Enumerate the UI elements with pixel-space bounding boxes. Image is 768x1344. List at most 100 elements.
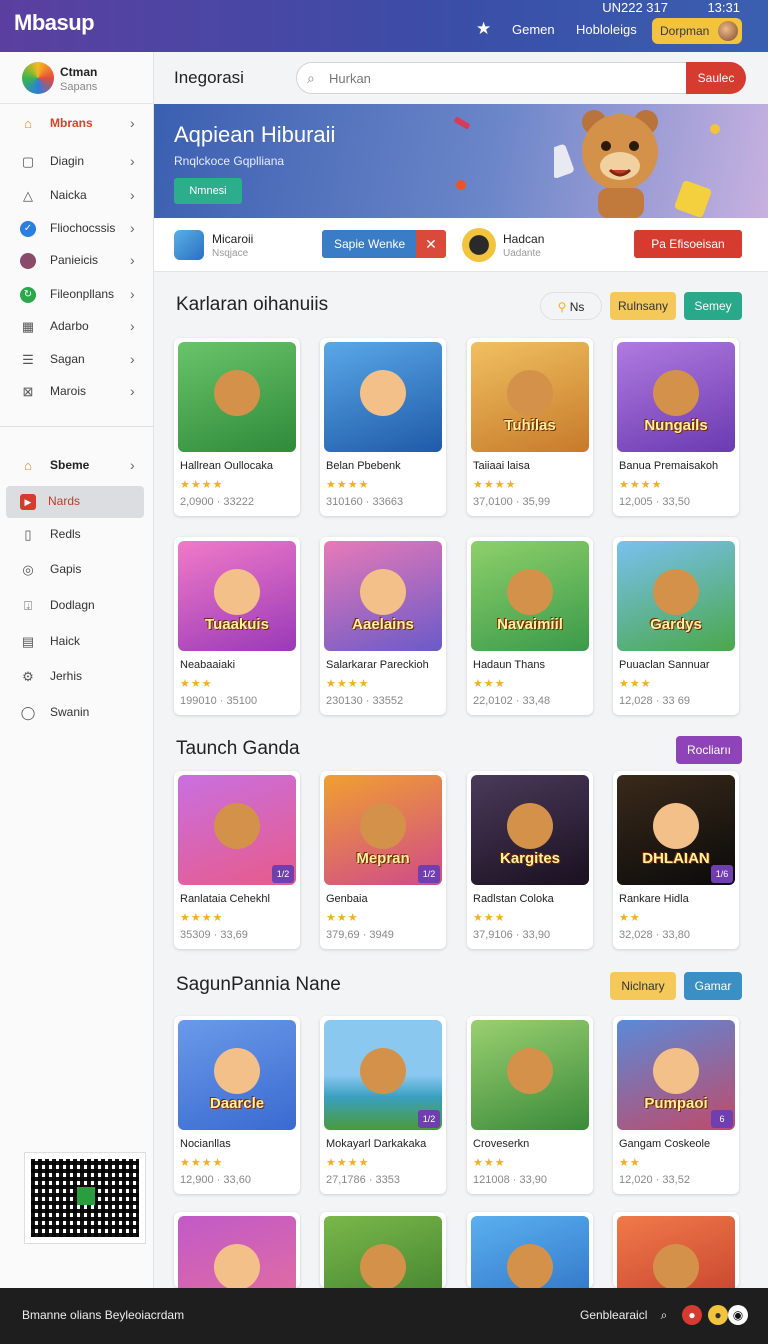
game-thumbnail[interactable]: Pumpaoi 6 [617, 1020, 735, 1130]
game-thumbnail[interactable]: Navaimiil [471, 541, 589, 651]
sidebar-item-sbeme[interactable]: ⌂ Sbeme › [0, 450, 154, 482]
hero-banner: Aqpiean Hiburaii Rnqlckoce Gqplliana Nmn… [154, 104, 768, 218]
account-button[interactable]: Dorpman [652, 18, 742, 44]
game-card[interactable]: Gardys Puuaclan Sannuar ★★★ 12,028 · 33 … [613, 537, 739, 715]
app-icon[interactable] [174, 230, 204, 260]
sidebar-item-label: Jerhis [50, 669, 83, 683]
game-card[interactable] [320, 1212, 446, 1326]
page-badge: 1/6 [711, 865, 733, 883]
character-face [214, 1048, 260, 1094]
close-icon[interactable]: ✕ [416, 230, 446, 258]
search-input[interactable]: ⌕ Hurkan [296, 62, 688, 94]
qr-code[interactable] [24, 1152, 146, 1244]
game-thumbnail[interactable]: 1/2 [324, 1020, 442, 1130]
hero-button[interactable]: Nmnesi [174, 178, 242, 204]
game-card[interactable] [613, 1212, 739, 1326]
sidebar-item-marois[interactable]: ⊠ Marois › [0, 376, 154, 408]
game-thumbnail[interactable]: Tuhilas [471, 342, 589, 452]
game-card[interactable]: Cancilsas [467, 1212, 593, 1326]
footer-link[interactable]: Genblearaicl [580, 1308, 647, 1322]
search-icon[interactable]: ⌕ [654, 1305, 674, 1325]
filter-chip[interactable]: Niclnary [610, 972, 676, 1000]
game-card[interactable]: Tuaakuis Neabaaiaki ★★★ 199010 · 35100 [174, 537, 300, 715]
game-card[interactable]: Nungails Banua Premaisakoh ★★★★ 12,005 ·… [613, 338, 739, 516]
chevron-right-icon: › [130, 187, 135, 203]
sidebar-divider [0, 426, 154, 427]
sidebar-item-jerhis[interactable]: ⚙ Jerhis [0, 661, 154, 693]
notice-cta-button[interactable]: Pa Efisoeisan [634, 230, 742, 258]
game-thumbnail[interactable] [471, 1020, 589, 1130]
game-stats: 310160 · 33663 [326, 496, 404, 508]
star-rating: ★★★ [619, 678, 652, 690]
game-thumbnail[interactable]: Nungails [617, 342, 735, 452]
search-button[interactable]: Saulec [686, 62, 746, 94]
sidebar-item-nards[interactable]: ▶ Nards [6, 486, 144, 518]
top-link-gemen[interactable]: Gemen [512, 22, 555, 37]
game-thumbnail[interactable] [324, 342, 442, 452]
game-title: Hallrean Oullocaka [180, 460, 273, 472]
game-thumbnail[interactable]: Tuaakuis [178, 541, 296, 651]
game-thumbnail[interactable]: Daarcle [178, 1020, 296, 1130]
game-card[interactable]: Daarcle Nocianllas ★★★★ 12,900 · 33,60 [174, 1016, 300, 1194]
coin-icon[interactable]: ● [708, 1305, 728, 1325]
sidebar-item-fileonpllans[interactable]: ↻ Fileonpllans › [0, 279, 154, 311]
filter-chip[interactable]: Rocliarıı [676, 736, 742, 764]
game-title: Ranlataia Cehekhl [180, 893, 270, 905]
game-card[interactable]: Pumpaoi 6 Gangam Coskeole ★★ 12,020 · 33… [613, 1016, 739, 1194]
filter-chip[interactable]: Semey [684, 292, 742, 320]
profile[interactable]: Ctman Sapans [0, 52, 154, 104]
settings-icon[interactable]: ◉ [728, 1305, 748, 1325]
filter-chip[interactable]: Rulnsany [610, 292, 676, 320]
game-title: Belan Pbebenk [326, 460, 401, 472]
filter-chip[interactable]: Gamar [684, 972, 742, 1000]
notice-pill-button[interactable]: Sapie Wenke [322, 230, 428, 258]
app-icon[interactable] [462, 228, 496, 262]
sidebar-item-sagan[interactable]: ☰ Sagan › [0, 344, 154, 376]
game-card[interactable]: Aaelains Salarkarar Pareckioh ★★★★ 23013… [320, 537, 446, 715]
filter-chip[interactable]: ⚲ Ns [540, 292, 602, 320]
game-card[interactable]: DHLAIAN 1/6 Rankare Hidla ★★ 32,028 · 33… [613, 771, 739, 949]
star-icon[interactable]: ★ [476, 20, 494, 38]
sidebar-item-dodlagn[interactable]: ⍗ Dodlagn [0, 590, 154, 622]
star-rating: ★★ [619, 1157, 641, 1169]
sidebar-item-gapis[interactable]: ◎ Gapis [0, 554, 154, 586]
game-card[interactable]: Hallrean Oullocaka ★★★★ 2,0900 · 33222 [174, 338, 300, 516]
star-rating: ★★★★ [180, 1157, 224, 1169]
sidebar-item-adarbo[interactable]: ▦ Adarbo › [0, 311, 154, 343]
game-thumbnail[interactable] [178, 342, 296, 452]
character-face [360, 569, 406, 615]
game-thumbnail[interactable]: DHLAIAN 1/6 [617, 775, 735, 885]
game-title: Salarkarar Pareckioh [326, 659, 429, 671]
chat-icon: ◯ [20, 705, 36, 720]
sidebar-item-label: Marois [50, 384, 87, 398]
game-thumbnail[interactable]: Mepran 1/2 [324, 775, 442, 885]
bear-face [360, 1244, 406, 1290]
chevron-right-icon: › [130, 286, 135, 302]
game-card[interactable]: 1/2 Ranlataia Cehekhl ★★★★ 35309 · 33,69 [174, 771, 300, 949]
game-card[interactable]: Kargites Radlstan Coloka ★★★ 37,9106 · 3… [467, 771, 593, 949]
sidebar-item-haick[interactable]: ▤ Haick [0, 626, 154, 658]
sidebar-item-mbrans[interactable]: ⌂ Mbrans › [0, 108, 154, 140]
game-thumbnail[interactable]: Kargites [471, 775, 589, 885]
game-thumbnail[interactable]: 1/2 [178, 775, 296, 885]
sidebar-item-redls[interactable]: ▯ Redls [0, 519, 154, 551]
game-card[interactable]: 1/2 Mokayarl Darkakaka ★★★★ 27,1786 · 33… [320, 1016, 446, 1194]
game-card[interactable]: Belan Pbebenk ★★★★ 310160 · 33663 [320, 338, 446, 516]
game-card[interactable] [174, 1212, 300, 1326]
sidebar-item-fliochocssis[interactable]: ✓ Fliochocssis › [0, 213, 154, 245]
top-link-hobloleigs[interactable]: Hobloleigs [576, 22, 637, 37]
game-card[interactable]: Navaimiil Hadaun Thans ★★★ 22,0102 · 33,… [467, 537, 593, 715]
game-thumbnail[interactable]: Gardys [617, 541, 735, 651]
sidebar-item-diagin[interactable]: ▢ Diagin › [0, 146, 154, 178]
sidebar-item-naicka[interactable]: △ Naicka › [0, 180, 154, 212]
sidebar-item-panieicis[interactable]: Panieicis › [0, 245, 154, 277]
game-card[interactable]: Mepran 1/2 Genbaia ★★★ 379,69 · 3949 [320, 771, 446, 949]
game-card[interactable]: Tuhilas Taiiaai laisa ★★★★ 37,0100 · 35,… [467, 338, 593, 516]
record-icon[interactable]: ● [682, 1305, 702, 1325]
footer-text: Bmanne olians Beyleoiacrdam [22, 1308, 185, 1322]
game-card[interactable]: Croveserkn ★★★ 121008 · 33,90 [467, 1016, 593, 1194]
game-stats: 27,1786 · 3353 [326, 1174, 401, 1186]
game-thumbnail[interactable]: Aaelains [324, 541, 442, 651]
app-logo[interactable]: Mbasup [14, 10, 95, 36]
sidebar-item-swanin[interactable]: ◯ Swanin [0, 697, 154, 729]
